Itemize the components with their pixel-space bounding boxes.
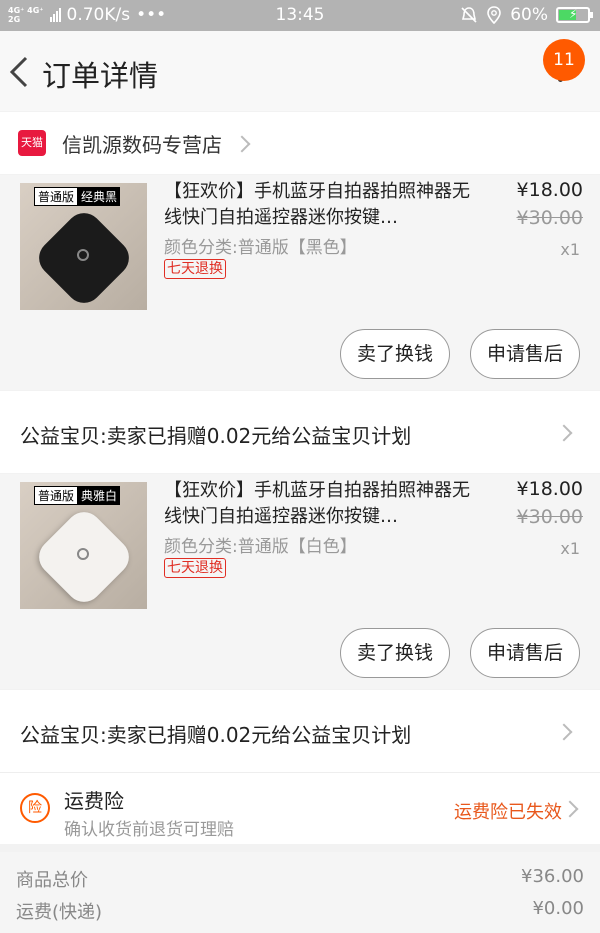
status-right: 60% ⚡: [460, 5, 593, 25]
thumb-tag-version: 普通版: [34, 486, 79, 505]
freight-value: ¥0.00: [532, 898, 584, 919]
page-header: 订单详情 11: [0, 31, 600, 111]
product-image[interactable]: 普通版 经典黑: [20, 183, 147, 310]
sell-for-cash-button[interactable]: 卖了换钱: [340, 329, 450, 379]
charity-row[interactable]: 公益宝贝:卖家已捐赠0.02元给公益宝贝计划: [0, 690, 600, 772]
charity-row[interactable]: 公益宝贝:卖家已捐赠0.02元给公益宝贝计划: [0, 391, 600, 473]
product-quantity: x1: [560, 240, 580, 259]
after-sale-button[interactable]: 申请售后: [470, 628, 580, 678]
thumb-tag-color: 经典黑: [78, 187, 121, 206]
status-bar: 4G⁺ 4G⁺ 2G 0.70K/s ••• 13:45 60% ⚡: [0, 0, 600, 31]
insurance-status: 运费险已失效: [454, 802, 562, 823]
tmall-icon: 天猫: [18, 130, 46, 156]
goods-total-label: 商品总价: [16, 870, 88, 891]
product-price: ¥18.00: [516, 179, 583, 201]
charity-text: 公益宝贝:卖家已捐赠0.02元给公益宝贝计划: [20, 424, 412, 448]
store-name: 信凯源数码专营店: [62, 133, 222, 157]
battery-icon: ⚡: [556, 7, 593, 23]
product-price: ¥18.00: [516, 478, 583, 500]
thumb-tag-color: 典雅白: [78, 486, 121, 505]
insurance-title: 运费险: [64, 789, 124, 813]
original-price: ¥30.00: [516, 207, 583, 229]
message-badge[interactable]: 11: [543, 39, 585, 81]
chevron-right-icon: [561, 800, 579, 818]
location-icon: [487, 6, 502, 24]
remote-button-icon: [77, 548, 89, 560]
chevron-right-icon: [555, 723, 573, 741]
thumb-tag: 普通版 典雅白: [34, 486, 121, 505]
mute-bell-icon: [461, 7, 477, 23]
seven-day-return-badge: 七天退换: [164, 558, 226, 578]
charity-text: 公益宝贝:卖家已捐赠0.02元给公益宝贝计划: [20, 723, 412, 747]
order-item[interactable]: 普通版 典雅白 【狂欢价】手机蓝牙自拍器拍照神器无线快门自拍遥控器迷你按键… 颜…: [0, 474, 600, 689]
shipping-insurance-row[interactable]: 险 运费险 确认收货前退货可理赔 运费险已失效: [0, 772, 600, 844]
insurance-icon: 险: [20, 793, 50, 823]
product-title[interactable]: 【狂欢价】手机蓝牙自拍器拍照神器无线快门自拍遥控器迷你按键…: [164, 179, 474, 231]
goods-total-value: ¥36.00: [521, 866, 584, 887]
product-attribute: 颜色分类:普通版【白色】: [164, 537, 357, 557]
original-price: ¥30.00: [516, 506, 583, 528]
remote-button-icon: [77, 249, 89, 261]
freight-label: 运费(快递): [16, 902, 103, 923]
sell-for-cash-button[interactable]: 卖了换钱: [340, 628, 450, 678]
charging-icon: ⚡: [569, 7, 578, 21]
goods-total-row: 商品总价 ¥36.00: [16, 866, 584, 896]
product-quantity: x1: [560, 539, 580, 558]
chevron-right-icon: [233, 135, 251, 153]
product-attribute: 颜色分类:普通版【黑色】: [164, 238, 357, 258]
product-title[interactable]: 【狂欢价】手机蓝牙自拍器拍照神器无线快门自拍遥控器迷你按键…: [164, 478, 474, 530]
price-summary: 商品总价 ¥36.00 运费(快递) ¥0.00: [0, 852, 600, 933]
back-arrow-icon[interactable]: [8, 55, 30, 89]
after-sale-button[interactable]: 申请售后: [470, 329, 580, 379]
store-row[interactable]: 天猫 信凯源数码专营店: [0, 112, 600, 174]
battery-percent: 60%: [510, 5, 548, 25]
order-item[interactable]: 普通版 经典黑 【狂欢价】手机蓝牙自拍器拍照神器无线快门自拍遥控器迷你按键… 颜…: [0, 175, 600, 390]
product-image[interactable]: 普通版 典雅白: [20, 482, 147, 609]
thumb-tag-version: 普通版: [34, 187, 79, 206]
freight-row: 运费(快递) ¥0.00: [16, 898, 584, 928]
chevron-right-icon: [555, 424, 573, 442]
insurance-subtitle: 确认收货前退货可理赔: [64, 820, 234, 840]
thumb-tag: 普通版 经典黑: [34, 187, 121, 206]
seven-day-return-badge: 七天退换: [164, 259, 226, 279]
page-title: 订单详情: [42, 59, 159, 93]
